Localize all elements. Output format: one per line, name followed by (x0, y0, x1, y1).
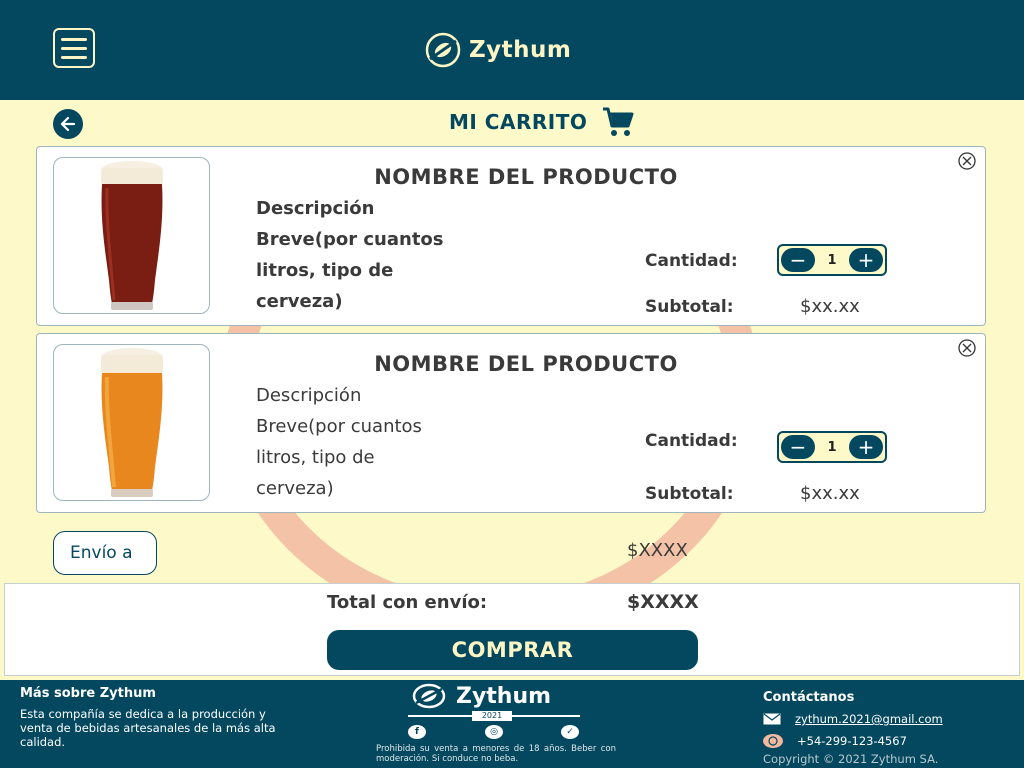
footer-about-text: Esta compañía se dedica a la producción … (20, 707, 276, 749)
site-footer: Más sobre Zythum Esta compañía se dedica… (0, 680, 1024, 768)
footer-brand-name: Zythum (456, 683, 552, 709)
arrow-left-icon (60, 116, 76, 132)
footer-email-row: zythum.2021@gmail.com (763, 712, 943, 726)
footer-contact-title: Contáctanos (763, 690, 855, 705)
product-name: NOMBRE DEL PRODUCTO (374, 352, 678, 376)
menu-line (61, 37, 87, 41)
shipping-cost: $XXXX (627, 540, 688, 561)
total-panel: Total con envío: $XXXX COMPRAR (4, 583, 1020, 676)
footer-about-title: Más sobre Zythum (20, 686, 156, 701)
subtotal-value: $xx.xx (800, 296, 860, 317)
increment-button[interactable]: + (848, 248, 883, 272)
product-description: Descripción Breve(por cuantos litros, ti… (256, 385, 422, 499)
quantity-value[interactable]: 1 (827, 440, 836, 455)
back-button[interactable] (53, 109, 83, 139)
remove-item-icon[interactable] (957, 338, 977, 358)
footer-copyright: Copyright © 2021 Zythum SA. (763, 752, 939, 766)
facebook-icon[interactable]: f (408, 725, 426, 739)
zythum-logo-icon (425, 32, 461, 68)
quantity-value[interactable]: 1 (827, 253, 836, 268)
cart-heading: MI CARRITO (449, 106, 635, 138)
menu-line (61, 55, 87, 59)
product-name: NOMBRE DEL PRODUCTO (374, 165, 678, 189)
zythum-logo-icon (412, 683, 446, 709)
footer-phone-row: +54-299-123-4567 (763, 734, 907, 748)
remove-item-icon[interactable] (957, 151, 977, 171)
cart-item-card: NOMBRE DEL PRODUCTO Descripción Breve(po… (36, 333, 986, 513)
subtotal-value: $xx.xx (800, 483, 860, 504)
brand-name: Zythum (469, 37, 572, 63)
product-description: Descripción Breve(por cuantos litros, ti… (256, 198, 444, 312)
footer-phone[interactable]: +54-299-123-4567 (797, 734, 907, 748)
total-value: $XXXX (627, 591, 699, 613)
twitter-icon[interactable]: ✓ (561, 725, 579, 739)
footer-brand[interactable]: Zythum (412, 683, 551, 709)
buy-button[interactable]: COMPRAR (327, 630, 698, 670)
footer-email-link[interactable]: zythum.2021@gmail.com (795, 712, 943, 726)
decrement-button[interactable]: − (781, 435, 815, 459)
quantity-stepper: − 1 + (777, 431, 887, 463)
menu-line (61, 46, 87, 50)
whatsapp-icon (763, 734, 783, 748)
quantity-stepper: − 1 + (777, 244, 887, 276)
shipping-button[interactable]: Envío a (53, 531, 157, 575)
top-header: Zythum (0, 0, 1024, 100)
cart-item-card: NOMBRE DEL PRODUCTO Descripción Breve(po… (36, 146, 986, 326)
decrement-button[interactable]: − (781, 248, 815, 272)
brand-logo[interactable]: Zythum (425, 31, 571, 69)
total-label: Total con envío: (327, 592, 488, 613)
hamburger-menu-button[interactable] (53, 28, 95, 68)
footer-legal-text: Prohibida su venta a menores de 18 años.… (376, 744, 616, 764)
mail-icon (763, 713, 781, 725)
subtotal-label: Subtotal: (645, 297, 734, 317)
page-title: MI CARRITO (449, 110, 588, 134)
quantity-label: Cantidad: (645, 431, 738, 451)
quantity-label: Cantidad: (645, 251, 738, 271)
footer-year: 2021 (472, 711, 512, 721)
shopping-cart-icon (603, 107, 634, 136)
subtotal-label: Subtotal: (645, 484, 734, 504)
increment-button[interactable]: + (848, 435, 883, 459)
instagram-icon[interactable]: ◎ (485, 725, 503, 739)
